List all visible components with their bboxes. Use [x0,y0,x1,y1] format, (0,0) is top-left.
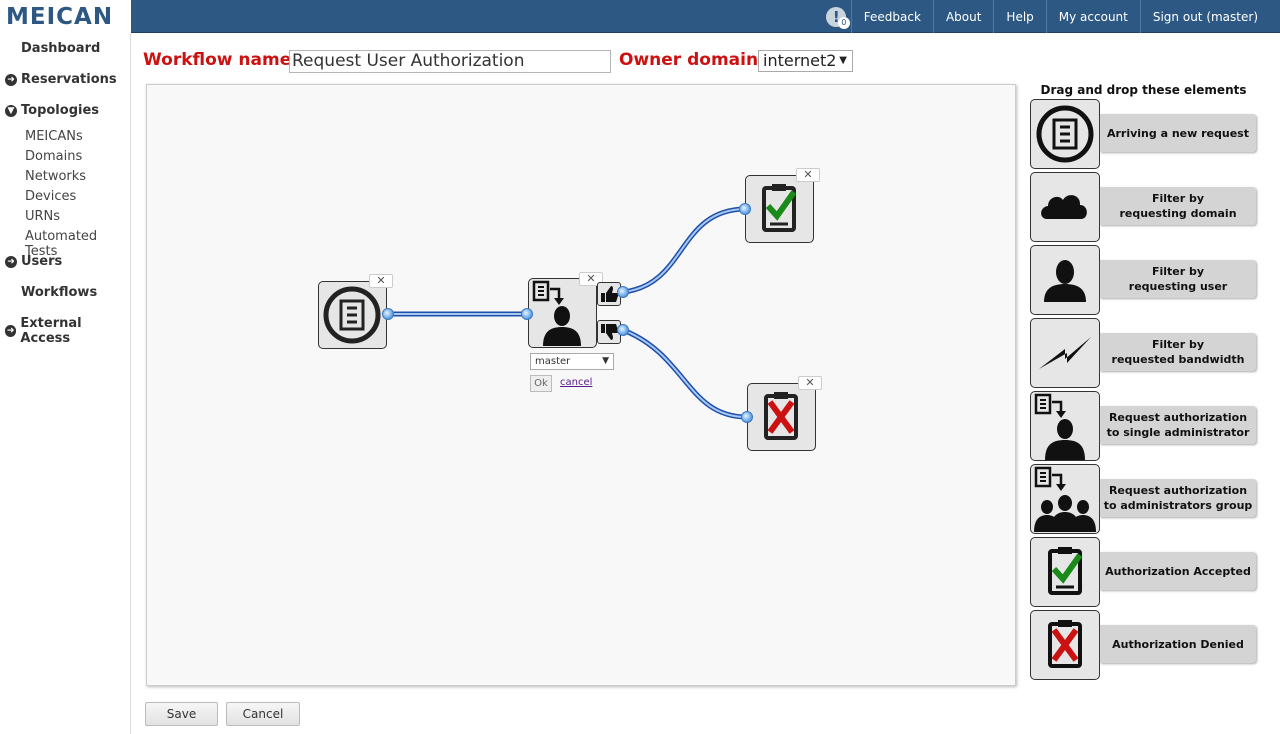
sidebar-item-label: Topologies [21,103,100,118]
sidebar: Dashboard ➜ Reservations ▼ Topologies MEIC… [0,34,131,734]
palette-item-single-admin[interactable]: Request authorization to single administ… [1030,391,1256,461]
sidebar-item-external-access[interactable]: ➜ External Access [0,316,130,346]
feedback-link[interactable]: Feedback [852,0,934,33]
sidebar-item-topologies[interactable]: ▼ Topologies [0,103,99,118]
new-request-icon [1030,99,1100,169]
palette-item-label: Request authorization to administrators … [1100,479,1256,517]
sidebar-item-label: Workflows [21,285,98,300]
owner-domain-select[interactable]: internet2 ▼ [758,50,853,72]
sidebar-item-label: Users [21,254,63,269]
top-nav: ! 0 Feedback About Help My account Sign … [822,0,1280,33]
sidebar-item-users[interactable]: ➜ Users [0,254,62,269]
accepted-icon [762,184,797,232]
palette-item-filter-user[interactable]: Filter by requesting user [1030,245,1256,315]
single-admin-icon [532,280,581,346]
sidebar-item-label: External Access [20,316,82,346]
input-port[interactable] [741,411,753,423]
close-icon[interactable]: ✕ [798,376,822,390]
denied-icon [764,392,798,440]
approve-output-port[interactable] [617,286,629,298]
output-port[interactable] [382,308,394,320]
top-bar: MEICAN ! 0 Feedback About Help My accoun… [0,0,1280,33]
owner-domain-label: Owner domain: [619,50,765,70]
my-account-link[interactable]: My account [1047,0,1141,33]
admin-group-icon [1030,464,1100,534]
help-link[interactable]: Help [994,0,1047,33]
palette-item-label: Request authorization to single administ… [1100,406,1256,444]
wire-deny-to-denied [620,327,750,420]
palette-item-label: Filter by requesting user [1100,260,1256,298]
input-port[interactable] [739,203,751,215]
palette-item-label: Filter by requesting domain [1100,187,1256,225]
workflow-canvas[interactable]: ✕ ✕ master ▼ Ok cancel ✕ ✕ [146,84,1016,686]
sidebar-subitem-meicans[interactable]: MEICANs [25,129,83,144]
node-authorization-denied[interactable] [747,383,816,451]
palette-item-accepted[interactable]: Authorization Accepted [1030,537,1256,607]
sidebar-subitem-urns[interactable]: URNs [25,209,60,224]
admin-select-value: master [535,356,571,367]
node-new-request[interactable] [318,281,387,349]
palette-item-admin-group[interactable]: Request authorization to administrators … [1030,464,1256,534]
palette-item-denied[interactable]: Authorization Denied [1030,610,1256,680]
cancel-link[interactable]: cancel [560,377,592,388]
expand-arrow-icon: ➜ [5,73,17,86]
wire-approve-to-accepted [620,206,748,295]
expand-arrow-icon: ➜ [5,325,17,337]
dropdown-arrow-icon: ▼ [839,55,847,66]
admin-select[interactable]: master ▼ [530,353,614,370]
cancel-button[interactable]: Cancel [226,702,300,726]
cloud-icon [1030,172,1100,242]
sidebar-subitem-networks[interactable]: Networks [25,169,86,184]
single-admin-icon [1030,391,1100,461]
dropdown-arrow-icon: ▼ [602,356,609,366]
accepted-icon [1030,537,1100,607]
palette-title: Drag and drop these elements [1040,83,1247,97]
deny-output-port[interactable] [617,324,629,336]
input-port[interactable] [521,308,533,320]
workflow-name-label: Workflow name: [143,50,299,70]
sign-out-link[interactable]: Sign out (master) [1141,0,1280,33]
sidebar-subitem-domains[interactable]: Domains [25,149,82,164]
sidebar-item-label: Reservations [21,72,117,87]
workflow-name-input[interactable]: Request User Authorization [289,50,611,73]
app-logo-text: MEICAN [6,3,114,30]
sidebar-item-reservations[interactable]: ➜ Reservations [0,72,117,87]
palette-item-filter-domain[interactable]: Filter by requesting domain [1030,172,1256,242]
collapse-arrow-icon: ▼ [5,104,17,117]
node-single-admin[interactable] [528,278,597,348]
palette-item-label: Authorization Denied [1100,625,1256,663]
close-icon[interactable]: ✕ [796,168,820,182]
save-button[interactable]: Save [145,702,218,726]
node-authorization-accepted[interactable] [745,175,814,243]
app-logo[interactable]: MEICAN [0,0,131,33]
notification-count: 0 [837,17,850,29]
palette-item-label: Filter by requested bandwidth [1100,333,1256,371]
notifications-button[interactable]: ! 0 [822,0,852,33]
lightning-icon [1030,318,1100,388]
palette-item-label: Arriving a new request [1100,114,1256,152]
user-icon [1030,245,1100,315]
owner-domain-value: internet2 [763,51,837,70]
about-link[interactable]: About [934,0,995,33]
palette-item-label: Authorization Accepted [1100,552,1256,590]
close-icon[interactable]: ✕ [369,274,393,288]
sidebar-item-workflows[interactable]: Workflows [21,285,97,300]
palette-item-new-request[interactable]: Arriving a new request [1030,99,1256,169]
palette-item-filter-bandwidth[interactable]: Filter by requested bandwidth [1030,318,1256,388]
denied-icon [1030,610,1100,680]
sidebar-item-label: Dashboard [21,41,101,56]
expand-arrow-icon: ➜ [5,255,17,268]
ok-button[interactable]: Ok [530,375,552,392]
sidebar-subitem-devices[interactable]: Devices [25,189,76,204]
sidebar-item-dashboard[interactable]: Dashboard [21,41,100,56]
new-request-icon [323,286,381,344]
